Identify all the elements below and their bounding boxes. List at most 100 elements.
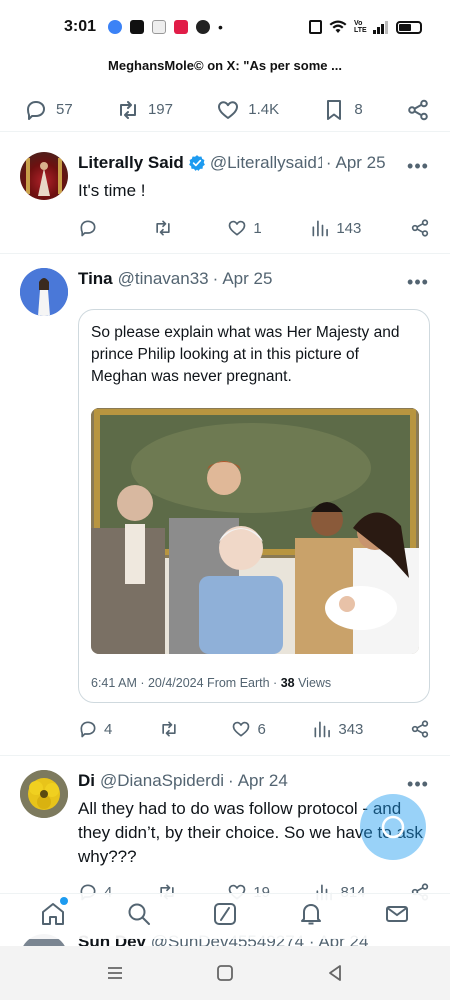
chrome-icon [196, 20, 211, 34]
tab-search[interactable] [126, 901, 152, 932]
tweet-date[interactable]: Apr 25 [222, 269, 272, 289]
tweet-header: Di @DianaSpiderdi · Apr 24 [78, 771, 430, 791]
bottom-tab-bar [0, 893, 450, 939]
author-name[interactable]: Di [78, 771, 95, 791]
avatar[interactable] [20, 268, 68, 316]
app-notification-icon [108, 20, 123, 34]
like-icon [233, 721, 250, 737]
repost-count: 197 [147, 101, 173, 118]
signal-icon [373, 20, 388, 34]
bookmark-count: 8 [354, 101, 363, 118]
messages-icon [386, 906, 408, 922]
share-icon [408, 99, 428, 120]
compose-icon [381, 815, 405, 839]
like-icon [228, 220, 246, 236]
notifications-icon [301, 904, 321, 925]
tweet-header: Tina @tinavan33 · Apr 25 [78, 269, 430, 289]
tab-home[interactable] [40, 897, 68, 932]
avatar-image [20, 268, 68, 316]
home-button-icon[interactable] [215, 963, 235, 983]
tweet-text: It's time ! [78, 181, 146, 200]
like-count-button[interactable]: 1.4K [216, 98, 279, 122]
quoted-tweet-text: So please explain what was Her Majesty a… [91, 324, 400, 385]
engagement-bar: 57 197 1.4K 8 [0, 88, 450, 132]
like-count: 6 [257, 720, 266, 738]
tweet-date[interactable]: Apr 25 [336, 153, 386, 173]
views-button[interactable]: 143 [310, 218, 361, 238]
share-button[interactable] [410, 719, 430, 739]
avatar[interactable] [20, 152, 68, 200]
separator: · [212, 269, 219, 288]
share-button[interactable] [406, 98, 430, 122]
tweet-actions: 4 6 343 [78, 719, 430, 739]
repost-icon [162, 721, 176, 737]
quoted-tweet-views-count: 38 [280, 676, 295, 690]
tiktok-icon [152, 20, 167, 34]
more-icon[interactable]: ••• [407, 272, 428, 292]
volte-label: Vo LTE [354, 20, 367, 34]
repost-count-button[interactable]: 197 [116, 98, 173, 122]
recents-icon[interactable] [105, 963, 125, 983]
bookmark-icon [327, 99, 342, 120]
nfc-icon [309, 20, 322, 34]
reply-button[interactable] [78, 218, 104, 238]
tab-messages[interactable] [384, 901, 410, 932]
status-bar: 3:01 • Vo LTE [0, 0, 450, 54]
system-nav-bar [0, 946, 450, 1000]
quoted-tweet-photo[interactable] [91, 408, 419, 654]
avatar-image [26, 158, 62, 196]
views-icon [314, 721, 331, 738]
quoted-tweet-meta: 6:41 AM · 20/4/2024 From Earth · 38 View… [91, 676, 331, 690]
download-icon [130, 20, 145, 34]
system-status: Vo LTE [309, 20, 422, 34]
author-handle[interactable]: @tinavan33 [118, 269, 209, 289]
views-button[interactable]: 343 [312, 719, 363, 739]
wifi-icon [329, 20, 347, 33]
more-icon[interactable]: ••• [407, 774, 428, 794]
reply-button[interactable]: 4 [78, 719, 112, 739]
share-icon [411, 720, 429, 738]
share-icon [411, 219, 429, 237]
view-count: 143 [336, 219, 362, 237]
repost-icon [119, 100, 136, 119]
quoted-tweet-card[interactable]: So please explain what was Her Majesty a… [78, 309, 430, 703]
tab-grok[interactable] [212, 901, 238, 932]
repost-button[interactable] [159, 719, 185, 739]
tweet-literally-said[interactable]: Literally Said @Literallysaid1 · Apr 25 … [0, 138, 450, 254]
compose-button[interactable] [360, 794, 426, 860]
author-handle[interactable]: @DianaSpiderdi [100, 771, 224, 791]
author-name[interactable]: Literally Said [78, 153, 184, 173]
page-title: MeghansMole© on X: "As per some ... [108, 58, 342, 73]
author-handle[interactable]: @Literallysaid1 [210, 153, 322, 173]
tweet-tina[interactable]: Tina @tinavan33 · Apr 25 ••• So please e… [0, 254, 450, 756]
tweet-header: Literally Said @Literallysaid1 · Apr 25 [78, 153, 430, 173]
battery-icon [396, 20, 422, 34]
tweet-actions: 1 143 [78, 218, 430, 238]
avatar[interactable] [20, 770, 68, 818]
bookmark-count-button[interactable]: 8 [322, 98, 363, 122]
new-posts-dot [60, 897, 68, 905]
reply-count: 57 [56, 101, 73, 118]
share-button[interactable] [410, 218, 430, 238]
separator: · [228, 771, 234, 790]
reply-count: 4 [104, 720, 113, 738]
separator: · [325, 153, 332, 172]
tab-notifications[interactable] [298, 901, 324, 932]
like-button[interactable]: 6 [231, 719, 266, 739]
app-icon [174, 20, 189, 34]
tweet-date[interactable]: Apr 24 [238, 771, 288, 791]
reply-icon [27, 100, 45, 120]
like-count: 1.4K [248, 101, 280, 118]
reply-count-button[interactable]: 57 [24, 98, 73, 122]
quoted-tweet-timestamp: 6:41 AM · 20/4/2024 From Earth · [91, 676, 281, 690]
like-count: 1 [253, 219, 262, 237]
author-name[interactable]: Tina [78, 269, 113, 289]
search-icon [128, 903, 150, 925]
more-icon[interactable]: ••• [407, 156, 428, 176]
back-icon[interactable] [325, 963, 345, 983]
view-count: 343 [338, 720, 364, 738]
like-button[interactable]: 1 [227, 218, 262, 238]
views-icon [312, 220, 329, 237]
repost-button[interactable] [153, 218, 179, 238]
reply-icon [80, 721, 96, 738]
